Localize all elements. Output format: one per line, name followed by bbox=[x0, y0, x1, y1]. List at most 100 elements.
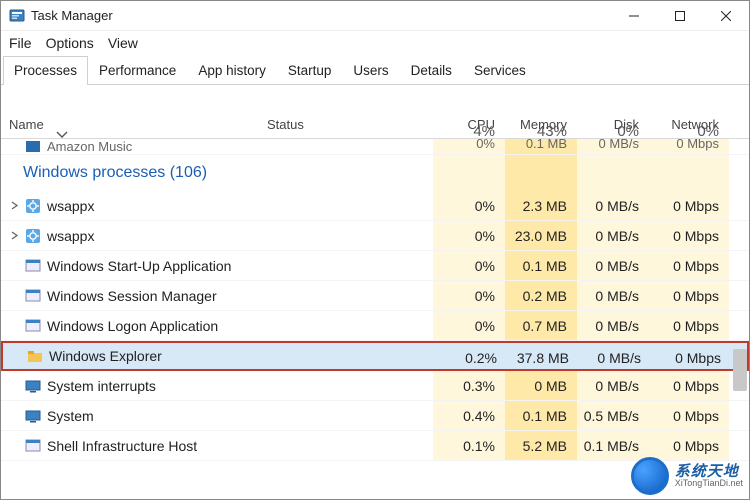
network-cell: 0 Mbps bbox=[649, 281, 729, 310]
cpu-cell: 0% bbox=[433, 281, 505, 310]
memory-cell: 0 MB bbox=[505, 371, 577, 400]
app-icon bbox=[9, 8, 25, 24]
table-row[interactable]: System 0.4%0.1 MB0.5 MB/s0 Mbps bbox=[1, 401, 749, 431]
process-name: System bbox=[47, 408, 94, 424]
column-header-memory[interactable]: 43% Memory bbox=[505, 117, 577, 138]
disk-cell: 0 MB/s bbox=[579, 343, 651, 369]
app-process-icon bbox=[25, 258, 41, 274]
tab-processes[interactable]: Processes bbox=[3, 56, 88, 85]
process-group-header[interactable]: Windows processes (106) bbox=[1, 155, 749, 191]
memory-cell: 2.3 MB bbox=[505, 191, 577, 220]
process-name: wsappx bbox=[47, 228, 94, 244]
disk-cell: 0.5 MB/s bbox=[577, 401, 649, 430]
expander-icon[interactable] bbox=[9, 201, 19, 210]
column-header-row: Name Status 4% CPU 43% Memory 0% Disk 0%… bbox=[1, 85, 749, 139]
tab-users[interactable]: Users bbox=[342, 56, 399, 85]
menu-file[interactable]: File bbox=[9, 35, 32, 51]
watermark-title: 系统天地 bbox=[675, 464, 743, 479]
cpu-cell: 0.4% bbox=[433, 401, 505, 430]
memory-cell: 23.0 MB bbox=[505, 221, 577, 250]
sys-process-icon bbox=[25, 408, 41, 424]
memory-cell: 0.7 MB bbox=[505, 311, 577, 340]
table-row[interactable]: Windows Start-Up Application 0%0.1 MB0 MB… bbox=[1, 251, 749, 281]
disk-cell: 0 MB/s bbox=[577, 281, 649, 310]
cpu-cell: 0% bbox=[433, 311, 505, 340]
app-process-icon bbox=[25, 438, 41, 454]
network-cell: 0 Mbps bbox=[649, 251, 729, 280]
network-cell: 0 Mbps bbox=[649, 311, 729, 340]
app-process-icon bbox=[25, 318, 41, 334]
network-cell: 0 Mbps bbox=[649, 191, 729, 220]
tab-strip: Processes Performance App history Startu… bbox=[1, 55, 749, 85]
disk-cell: 0 MB/s bbox=[577, 221, 649, 250]
column-header-name[interactable]: Name bbox=[1, 117, 259, 138]
group-label: Windows processes (106) bbox=[23, 164, 207, 181]
menubar: File Options View bbox=[1, 31, 749, 55]
table-row[interactable]: wsappx0%23.0 MB0 MB/s0 Mbps bbox=[1, 221, 749, 251]
process-name: Amazon Music bbox=[47, 139, 132, 154]
cpu-cell: 0% bbox=[433, 139, 505, 154]
cpu-cell: 0.1% bbox=[433, 431, 505, 460]
process-list: Amazon Music 0% 0.1 MB 0 MB/s 0 Mbps Win… bbox=[1, 139, 749, 461]
explorer-process-icon bbox=[27, 348, 43, 364]
table-row[interactable]: wsappx0%2.3 MB0 MB/s0 Mbps bbox=[1, 191, 749, 221]
tab-details[interactable]: Details bbox=[400, 56, 463, 85]
tab-startup[interactable]: Startup bbox=[277, 56, 343, 85]
cpu-cell: 0.3% bbox=[433, 371, 505, 400]
disk-cell: 0 MB/s bbox=[577, 311, 649, 340]
minimize-button[interactable] bbox=[611, 1, 657, 31]
window-title: Task Manager bbox=[31, 8, 113, 23]
disk-cell: 0.1 MB/s bbox=[577, 431, 649, 460]
table-row[interactable]: System interrupts 0.3%0 MB0 MB/s0 Mbps bbox=[1, 371, 749, 401]
watermark-logo-icon bbox=[631, 457, 669, 495]
memory-cell: 0.1 MB bbox=[505, 139, 577, 154]
column-header-disk[interactable]: 0% Disk bbox=[577, 117, 649, 138]
disk-cell: 0 MB/s bbox=[577, 139, 649, 154]
memory-cell: 0.2 MB bbox=[505, 281, 577, 310]
table-row[interactable]: Windows Logon Application 0%0.7 MB0 MB/s0… bbox=[1, 311, 749, 341]
watermark: 系统天地 XiTongTianDi.net bbox=[631, 457, 743, 495]
process-name: Windows Explorer bbox=[49, 348, 162, 364]
app-process-icon bbox=[25, 288, 41, 304]
table-row[interactable]: Amazon Music 0% 0.1 MB 0 MB/s 0 Mbps bbox=[1, 139, 749, 155]
scrollbar-thumb[interactable] bbox=[733, 349, 747, 391]
memory-cell: 0.1 MB bbox=[505, 401, 577, 430]
cpu-cell: 0.2% bbox=[435, 343, 507, 369]
gear-process-icon bbox=[25, 228, 41, 244]
network-cell: 0 Mbps bbox=[649, 431, 729, 460]
cpu-cell: 0% bbox=[433, 251, 505, 280]
tab-app-history[interactable]: App history bbox=[187, 56, 277, 85]
network-cell: 0 Mbps bbox=[649, 139, 729, 154]
memory-cell: 0.1 MB bbox=[505, 251, 577, 280]
cpu-cell: 0% bbox=[433, 191, 505, 220]
network-cell: 0 Mbps bbox=[651, 343, 731, 369]
app-process-icon bbox=[25, 139, 41, 155]
column-header-network[interactable]: 0% Network bbox=[649, 117, 729, 138]
process-name: System interrupts bbox=[47, 378, 156, 394]
disk-cell: 0 MB/s bbox=[577, 371, 649, 400]
menu-view[interactable]: View bbox=[108, 35, 138, 51]
table-row[interactable]: Windows Session Manager 0%0.2 MB0 MB/s0 M… bbox=[1, 281, 749, 311]
process-name: Windows Start-Up Application bbox=[47, 258, 231, 274]
process-name: wsappx bbox=[47, 198, 94, 214]
network-cell: 0 Mbps bbox=[649, 401, 729, 430]
column-header-cpu[interactable]: 4% CPU bbox=[433, 117, 505, 138]
process-name: Windows Logon Application bbox=[47, 318, 218, 334]
close-button[interactable] bbox=[703, 1, 749, 31]
table-row[interactable]: Windows Explorer 0.2%37.8 MB0 MB/s0 Mbps bbox=[1, 341, 749, 371]
sys-process-icon bbox=[25, 378, 41, 394]
tab-performance[interactable]: Performance bbox=[88, 56, 187, 85]
memory-cell: 37.8 MB bbox=[507, 343, 579, 369]
menu-options[interactable]: Options bbox=[46, 35, 94, 51]
maximize-button[interactable] bbox=[657, 1, 703, 31]
network-cell: 0 Mbps bbox=[649, 371, 729, 400]
gear-process-icon bbox=[25, 198, 41, 214]
process-name: Shell Infrastructure Host bbox=[47, 438, 197, 454]
disk-cell: 0 MB/s bbox=[577, 251, 649, 280]
process-name: Windows Session Manager bbox=[47, 288, 217, 304]
column-header-status[interactable]: Status bbox=[259, 117, 433, 138]
titlebar: Task Manager bbox=[1, 1, 749, 31]
tab-services[interactable]: Services bbox=[463, 56, 537, 85]
cpu-cell: 0% bbox=[433, 221, 505, 250]
expander-icon[interactable] bbox=[9, 231, 19, 240]
